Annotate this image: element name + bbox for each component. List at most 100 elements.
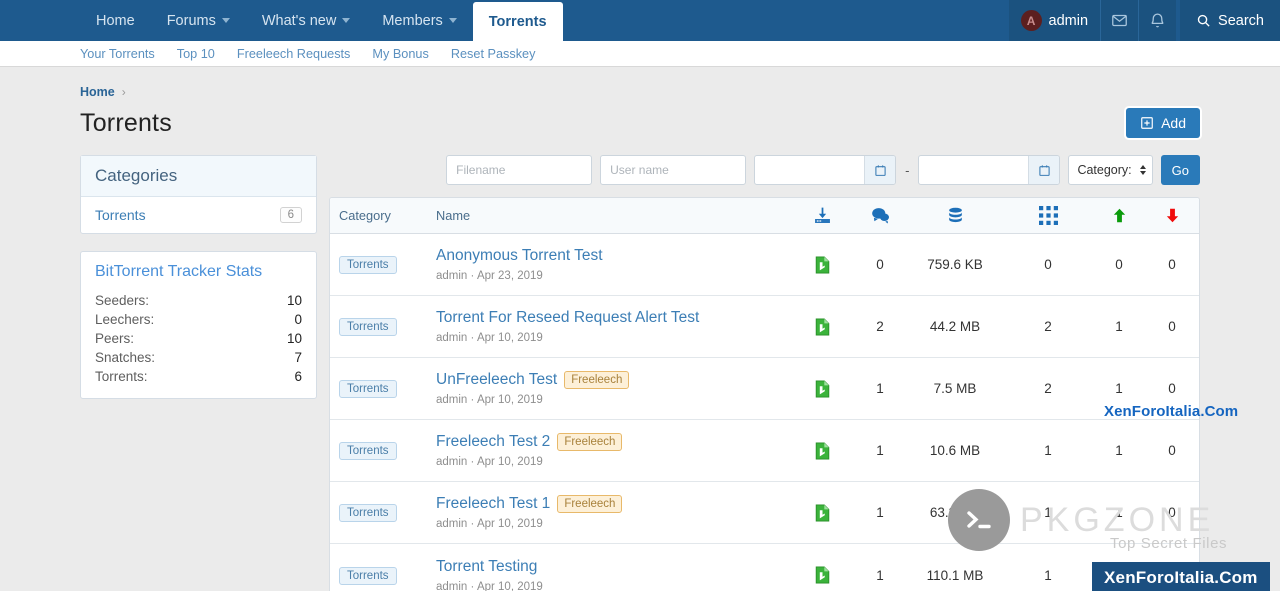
column-header-category[interactable]: Category bbox=[330, 208, 436, 223]
filename-input[interactable] bbox=[446, 155, 593, 185]
torrent-title-link[interactable]: UnFreeleech Test bbox=[436, 371, 557, 389]
row-name-cell: Freeleech Test 1 Freeleech admin · Apr 1… bbox=[436, 495, 791, 530]
torrent-author[interactable]: admin bbox=[436, 456, 467, 468]
category-select[interactable]: Category: bbox=[1068, 155, 1153, 185]
torrent-file-icon bbox=[815, 441, 829, 460]
row-category-cell: Torrents bbox=[330, 503, 436, 522]
torrent-meta: admin · Apr 23, 2019 bbox=[436, 270, 791, 282]
torrent-title-link[interactable]: Torrent For Reseed Request Alert Test bbox=[436, 309, 699, 327]
row-download-cell[interactable] bbox=[791, 255, 853, 274]
table-row[interactable]: Torrents Freeleech Test 1 Freeleech admi… bbox=[330, 482, 1199, 544]
torrent-file-icon bbox=[815, 255, 829, 274]
stat-snatches: Snatches: 7 bbox=[95, 348, 302, 367]
category-pill[interactable]: Torrents bbox=[339, 504, 397, 522]
date-range-separator: - bbox=[905, 162, 910, 178]
stat-value: 6 bbox=[294, 369, 302, 384]
inbox-button[interactable] bbox=[1100, 0, 1139, 41]
torrent-author[interactable]: admin bbox=[436, 581, 467, 591]
row-download-cell[interactable] bbox=[791, 503, 853, 522]
calendar-icon[interactable] bbox=[864, 156, 896, 184]
column-header-leechers[interactable] bbox=[1145, 205, 1199, 226]
row-snatches-cell: 1 bbox=[1044, 443, 1052, 458]
row-download-cell[interactable] bbox=[791, 379, 853, 398]
category-pill[interactable]: Torrents bbox=[339, 256, 397, 274]
torrent-title-row: Freeleech Test 1 Freeleech bbox=[436, 495, 791, 513]
nav-item-torrents[interactable]: Torrents bbox=[472, 2, 563, 41]
table-row[interactable]: Torrents UnFreeleech Test Freeleech admi… bbox=[330, 358, 1199, 420]
row-name-cell: Freeleech Test 2 Freeleech admin · Apr 1… bbox=[436, 433, 791, 468]
row-download-cell[interactable] bbox=[791, 317, 853, 336]
row-comments-cell: 1 bbox=[876, 443, 884, 458]
alerts-button[interactable] bbox=[1138, 0, 1177, 41]
column-header-comments[interactable] bbox=[853, 205, 907, 226]
meta-separator: · bbox=[470, 270, 475, 282]
row-download-cell[interactable] bbox=[791, 441, 853, 460]
go-button[interactable]: Go bbox=[1160, 155, 1200, 185]
torrent-author[interactable]: admin bbox=[436, 394, 467, 406]
torrent-title-row: Anonymous Torrent Test bbox=[436, 247, 791, 265]
table-row[interactable]: Torrents Torrent For Reseed Request Aler… bbox=[330, 296, 1199, 358]
row-leechers-cell: 0 bbox=[1168, 567, 1176, 583]
breadcrumb-home[interactable]: Home bbox=[80, 85, 115, 99]
column-header-download[interactable] bbox=[791, 205, 853, 226]
table-header-row: Category Name bbox=[330, 198, 1199, 234]
nav-item-members[interactable]: Members bbox=[366, 0, 472, 41]
username-input[interactable] bbox=[600, 155, 747, 185]
content-columns: Categories Torrents 6 BitTorrent Tracker… bbox=[80, 155, 1200, 591]
account-menu[interactable]: A admin bbox=[1008, 0, 1101, 41]
column-header-size[interactable] bbox=[907, 205, 1003, 226]
table-row[interactable]: Torrents Torrent Testing admin · Apr 10,… bbox=[330, 544, 1199, 591]
row-comments-cell: 1 bbox=[876, 567, 884, 583]
nav-item-label: Forums bbox=[166, 12, 216, 29]
table-body: Torrents Anonymous Torrent Test admin · … bbox=[330, 234, 1199, 591]
stat-value: 7 bbox=[294, 350, 302, 365]
nav-item-whats-new[interactable]: What's new bbox=[246, 0, 367, 41]
stat-label: Peers: bbox=[95, 331, 135, 346]
torrent-meta: admin · Apr 10, 2019 bbox=[436, 518, 791, 530]
stat-seeders: Seeders: 10 bbox=[95, 291, 302, 310]
search-button[interactable]: Search bbox=[1180, 0, 1280, 41]
meta-separator: · bbox=[470, 456, 475, 468]
nav-item-forums[interactable]: Forums bbox=[151, 0, 246, 41]
column-header-seeders[interactable] bbox=[1093, 205, 1145, 226]
torrent-author[interactable]: admin bbox=[436, 518, 467, 530]
add-button[interactable]: Add bbox=[1126, 108, 1200, 138]
row-comments-cell: 1 bbox=[876, 381, 884, 396]
subnav-item-my-bonus[interactable]: My Bonus bbox=[372, 47, 428, 61]
torrent-title-link[interactable]: Torrent Testing bbox=[436, 558, 537, 576]
category-pill[interactable]: Torrents bbox=[339, 566, 397, 585]
row-download-cell[interactable] bbox=[791, 566, 853, 584]
torrent-author[interactable]: admin bbox=[436, 270, 467, 282]
subnav-item-reset-passkey[interactable]: Reset Passkey bbox=[451, 47, 536, 61]
table-row[interactable]: Torrents Anonymous Torrent Test admin · … bbox=[330, 234, 1199, 296]
category-pill[interactable]: Torrents bbox=[339, 380, 397, 398]
torrent-title-row: Torrent For Reseed Request Alert Test bbox=[436, 309, 791, 327]
subnav-item-freeleech-requests[interactable]: Freeleech Requests bbox=[237, 47, 351, 61]
column-header-name[interactable]: Name bbox=[436, 208, 791, 223]
torrents-page: Home Forums What's new Members Torrents … bbox=[0, 0, 1280, 591]
torrent-title-link[interactable]: Freeleech Test 2 bbox=[436, 433, 550, 451]
main-column: - Category: Go bbox=[329, 155, 1200, 591]
stat-label: Torrents: bbox=[95, 369, 148, 384]
subnav-item-top-10[interactable]: Top 10 bbox=[177, 47, 215, 61]
torrent-title-link[interactable]: Anonymous Torrent Test bbox=[436, 247, 603, 265]
torrent-author[interactable]: admin bbox=[436, 332, 467, 344]
row-size-cell: 44.2 MB bbox=[929, 319, 981, 334]
date-to-field bbox=[918, 155, 1061, 185]
category-pill[interactable]: Torrents bbox=[339, 442, 397, 460]
row-category-cell: Torrents bbox=[330, 566, 436, 585]
subnav-item-your-torrents[interactable]: Your Torrents bbox=[80, 47, 155, 61]
category-pill[interactable]: Torrents bbox=[339, 318, 397, 336]
torrent-title-link[interactable]: Freeleech Test 1 bbox=[436, 495, 550, 513]
sidebar-item-torrents[interactable]: Torrents 6 bbox=[81, 197, 316, 233]
row-leechers-cell: 0 bbox=[1168, 505, 1176, 520]
row-seeders-cell: 1 bbox=[1115, 443, 1123, 458]
column-header-snatches[interactable] bbox=[1003, 206, 1093, 225]
row-leechers-cell: 0 bbox=[1168, 443, 1176, 458]
nav-item-home[interactable]: Home bbox=[80, 0, 151, 41]
search-label: Search bbox=[1218, 12, 1264, 29]
row-snatches-cell: 2 bbox=[1044, 319, 1052, 334]
sidebar-item-label[interactable]: Torrents bbox=[95, 207, 146, 223]
table-row[interactable]: Torrents Freeleech Test 2 Freeleech admi… bbox=[330, 420, 1199, 482]
calendar-icon[interactable] bbox=[1028, 156, 1060, 184]
